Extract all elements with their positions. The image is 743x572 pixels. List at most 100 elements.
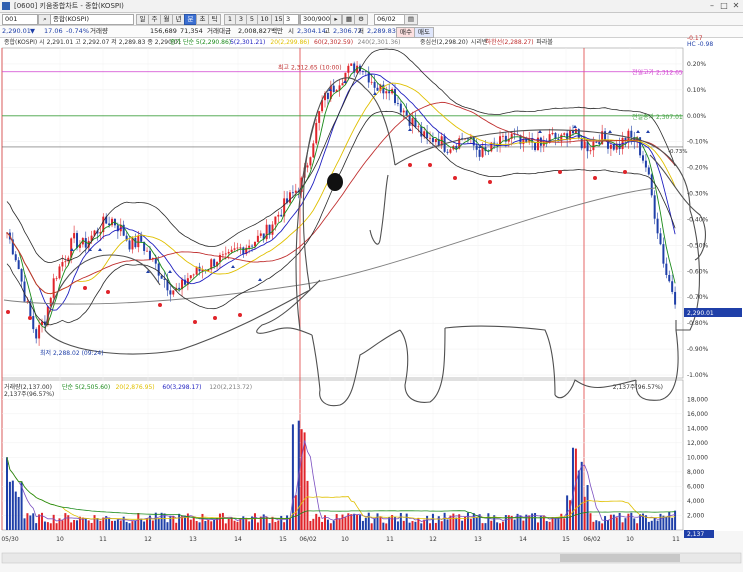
x-tick-16: 11 bbox=[672, 536, 680, 543]
volume-bar-229 bbox=[674, 510, 677, 530]
candle-body-63 bbox=[189, 275, 192, 279]
doodle-stroke-8 bbox=[256, 279, 321, 336]
volume-bar-157 bbox=[464, 517, 467, 530]
volume-bar-114 bbox=[338, 518, 341, 530]
volume-bar-215 bbox=[633, 518, 636, 530]
x-tick-15: 10 bbox=[626, 536, 634, 543]
candle-body-3 bbox=[14, 254, 17, 261]
candle-body-221 bbox=[650, 174, 653, 196]
candle-body-75 bbox=[224, 253, 227, 255]
candle-body-134 bbox=[396, 103, 399, 104]
volume-bar-69 bbox=[207, 519, 210, 530]
down-marker-6 bbox=[258, 278, 262, 281]
candle-body-227 bbox=[668, 274, 671, 282]
scrollbar-thumb bbox=[560, 554, 680, 562]
candle-body-127 bbox=[376, 87, 379, 91]
candle-body-17 bbox=[55, 278, 58, 280]
volume-bar-108 bbox=[321, 521, 324, 530]
volume-bar-142 bbox=[420, 523, 423, 530]
doodle-stroke-5 bbox=[444, 325, 556, 396]
volume-bar-128 bbox=[379, 516, 382, 530]
volume-bar-138 bbox=[408, 522, 411, 530]
x-tick-3: 12 bbox=[144, 536, 152, 543]
volume-bar-112 bbox=[332, 520, 335, 530]
ma-legend-0: 종가 단순 5(2,290.86) bbox=[170, 38, 231, 46]
volume-bar-11 bbox=[38, 514, 41, 530]
candle-body-57 bbox=[172, 290, 175, 295]
candle-body-93 bbox=[277, 214, 280, 217]
volume-bar-103 bbox=[306, 480, 309, 530]
candle-body-103 bbox=[306, 165, 309, 168]
band-legend-0: 중심선(2,298.20) bbox=[420, 38, 468, 46]
candle-body-228 bbox=[671, 281, 674, 292]
volume-bar-151 bbox=[446, 519, 449, 530]
volume-bar-161 bbox=[475, 517, 478, 530]
price-tick-9: -0.70% bbox=[687, 294, 709, 301]
volume-bar-199 bbox=[586, 485, 589, 530]
volume-ma-legend-0: 단순 5(2,505.60) bbox=[62, 383, 110, 391]
price-tick-4: -0.20% bbox=[687, 165, 709, 172]
volume-bar-168 bbox=[496, 522, 499, 530]
volume-bar-156 bbox=[461, 520, 464, 530]
volume-bar-129 bbox=[382, 522, 385, 530]
volume-bar-20 bbox=[64, 513, 67, 530]
x-tick-2: 11 bbox=[99, 536, 107, 543]
candle-body-224 bbox=[659, 233, 662, 245]
up-marker-3 bbox=[106, 290, 110, 294]
volume-legend-main: 거래량(2,137.00) bbox=[4, 383, 52, 391]
volume-bar-46 bbox=[140, 518, 143, 530]
volume-bar-2 bbox=[11, 480, 14, 530]
volume-bar-86 bbox=[256, 522, 259, 530]
volume-bar-208 bbox=[612, 514, 615, 530]
volume-bar-200 bbox=[589, 513, 592, 530]
volume-bar-220 bbox=[647, 521, 650, 530]
candle-body-197 bbox=[580, 138, 583, 149]
volume-bar-137 bbox=[405, 513, 408, 530]
volume-bars bbox=[6, 420, 677, 530]
volume-bar-51 bbox=[154, 512, 157, 530]
price-tick-2: 0.00% bbox=[687, 113, 706, 120]
candle-body-214 bbox=[630, 130, 633, 138]
volume-ma-legend-3: 120(2,213.72) bbox=[209, 384, 252, 391]
volume-bar-227 bbox=[668, 511, 671, 530]
candle-body-220 bbox=[647, 167, 650, 175]
volume-bar-136 bbox=[402, 520, 405, 530]
x-tick-13: 15 bbox=[562, 536, 570, 543]
down-marker-12 bbox=[538, 130, 542, 133]
candle-body-64 bbox=[192, 274, 195, 276]
volume-bar-79 bbox=[236, 521, 239, 530]
volume-bar-104 bbox=[309, 521, 312, 530]
candle-body-71 bbox=[213, 259, 216, 267]
volume-bar-53 bbox=[160, 512, 163, 530]
candle-body-187 bbox=[551, 132, 554, 135]
candle-body-208 bbox=[612, 144, 615, 150]
ma5-line bbox=[6, 67, 676, 329]
volume-bar-47 bbox=[143, 521, 146, 530]
up-marker-0 bbox=[6, 310, 10, 314]
candle-body-49 bbox=[148, 250, 151, 260]
volume-bar-202 bbox=[595, 520, 598, 530]
volume-bar-111 bbox=[329, 523, 332, 530]
candle-body-162 bbox=[478, 149, 481, 157]
candle-body-198 bbox=[583, 141, 586, 149]
volume-bar-131 bbox=[388, 517, 391, 530]
up-marker-4 bbox=[158, 303, 162, 307]
candle-body-19 bbox=[61, 262, 64, 267]
volume-bar-14 bbox=[46, 522, 49, 530]
ma120-line bbox=[6, 101, 676, 295]
x-tick-4: 13 bbox=[189, 536, 197, 543]
prev-high-label: 전일고가 2,312.65 bbox=[632, 69, 683, 77]
volume-bar-155 bbox=[458, 514, 461, 530]
candle-body-104 bbox=[309, 157, 312, 166]
price-tick-11: -0.90% bbox=[687, 346, 709, 353]
volume-bar-165 bbox=[487, 513, 490, 530]
low-annotation: 최저 2,288.02 (09:24) bbox=[40, 349, 104, 357]
volume-bar-209 bbox=[615, 517, 618, 530]
candle-body-129 bbox=[382, 84, 385, 94]
volume-bar-163 bbox=[481, 523, 484, 530]
candle-body-130 bbox=[385, 91, 388, 94]
up-marker-7 bbox=[238, 313, 242, 317]
x-tick-8: 10 bbox=[341, 536, 349, 543]
candle-body-48 bbox=[146, 250, 149, 252]
volume-bar-123 bbox=[364, 517, 367, 530]
